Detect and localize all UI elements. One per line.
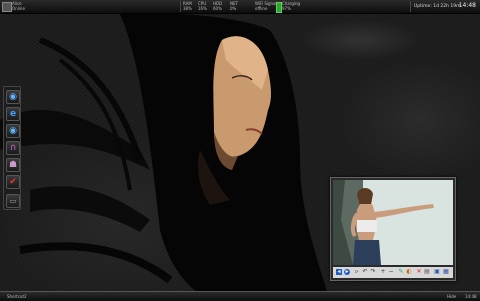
user-status: Alice Online — [12, 1, 25, 11]
divider — [180, 1, 181, 12]
next-icon[interactable]: ▹ — [354, 269, 360, 275]
dock-item-eye[interactable]: ◉ — [6, 90, 20, 104]
eye-icon: ◉ — [9, 126, 17, 136]
dock-item-eye-2[interactable]: ◉ — [6, 124, 20, 138]
user-presence: Online — [12, 5, 25, 11]
taskbar-shortcut[interactable]: Shortcut2 — [7, 294, 27, 299]
taskbar-hide-button[interactable]: Hide — [447, 294, 456, 299]
photo-viewer-window[interactable]: ◂ ▸ ▹ ↶ ↷ + − ✎ ◐ ✕ ▤ ▣ ▦ — [330, 177, 456, 281]
taskbar-clock: 14:48 — [465, 294, 477, 299]
folder-icon: ▭ — [9, 197, 17, 205]
dock-item-folder[interactable]: ▭ — [6, 194, 20, 208]
previous-icon[interactable]: ◂ — [336, 269, 342, 275]
zoom-out-icon[interactable]: − — [388, 269, 394, 275]
wifi-status: WiFi Signal offline — [255, 1, 277, 11]
hdd-meter: HDD 60% — [213, 1, 223, 11]
eye-icon: ◉ — [9, 92, 17, 102]
app-dock: ◉ e ◉ ∩ ☗ ✔ ▭ — [3, 86, 21, 210]
play-icon[interactable]: ▸ — [344, 269, 350, 275]
color-icon[interactable]: ◐ — [406, 269, 412, 275]
divider — [410, 1, 411, 12]
photo-image — [333, 180, 453, 265]
user-avatar-icon — [2, 2, 12, 12]
photo-preview — [333, 180, 453, 265]
net-meter: NET 0% — [230, 1, 238, 11]
print-icon[interactable]: ▤ — [424, 269, 430, 275]
info-icon[interactable]: ▦ — [443, 269, 449, 275]
save-icon[interactable]: ▣ — [434, 269, 440, 275]
clock[interactable]: 14:48 — [459, 2, 476, 9]
user-icon: ☗ — [8, 160, 18, 170]
delete-icon[interactable]: ✕ — [416, 269, 422, 275]
dock-item-ie[interactable]: e — [6, 107, 20, 121]
top-status-bar: Alice Online RAM 38% CPU 16% HDD 60% NET… — [0, 0, 480, 14]
dock-item-check[interactable]: ✔ — [6, 175, 20, 189]
dock-item-headphones[interactable]: ∩ — [6, 141, 20, 155]
headphones-icon: ∩ — [9, 143, 17, 153]
ie-icon: e — [9, 109, 17, 119]
battery-status: Charging 97% — [282, 1, 301, 11]
check-icon: ✔ — [9, 177, 17, 187]
ram-meter: RAM 38% — [183, 1, 192, 11]
dock-item-user[interactable]: ☗ — [6, 158, 20, 172]
rotate-left-icon[interactable]: ↶ — [362, 269, 368, 275]
rotate-right-icon[interactable]: ↷ — [370, 269, 376, 275]
edit-icon[interactable]: ✎ — [398, 269, 404, 275]
zoom-in-icon[interactable]: + — [380, 269, 386, 275]
cpu-meter: CPU 16% — [198, 1, 207, 11]
viewer-toolbar: ◂ ▸ ▹ ↶ ↷ + − ✎ ◐ ✕ ▤ ▣ ▦ — [333, 267, 453, 278]
uptime-readout: Uptime: 1d 22h 19m — [414, 4, 461, 9]
